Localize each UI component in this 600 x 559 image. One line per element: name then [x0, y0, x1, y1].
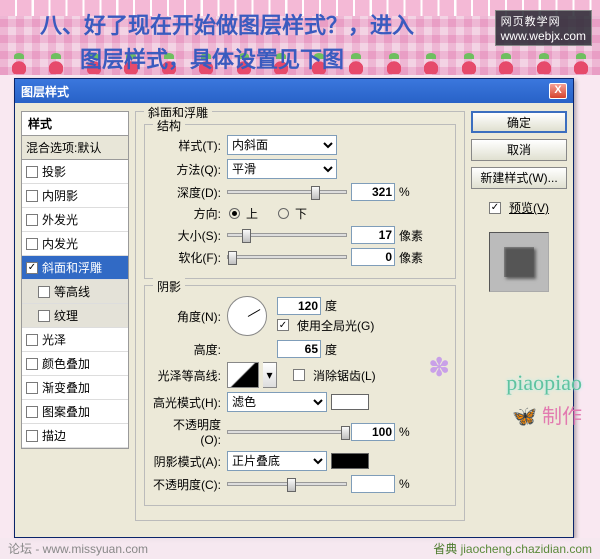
style-checkbox[interactable]: [26, 406, 38, 418]
blend-options-row[interactable]: 混合选项:默认: [21, 136, 129, 160]
contour-dropdown-icon[interactable]: ▾: [263, 362, 277, 388]
style-label: 颜色叠加: [42, 355, 90, 372]
shadow-color-swatch[interactable]: [331, 453, 369, 469]
style-row-外发光[interactable]: 外发光: [22, 208, 128, 232]
highlight-color-swatch[interactable]: [331, 394, 369, 410]
shading-title: 阴影: [153, 278, 185, 295]
highlight-opacity-slider[interactable]: [227, 430, 347, 434]
shadow-opacity-label: 不透明度(C):: [153, 476, 223, 493]
style-checkbox[interactable]: [26, 238, 38, 250]
preview-checkbox[interactable]: [489, 202, 501, 214]
style-checkbox[interactable]: [38, 310, 50, 322]
styles-sidebar: 样式 混合选项:默认 投影内阴影外发光内发光斜面和浮雕等高线纹理光泽颜色叠加渐变…: [21, 111, 129, 527]
shadow-opacity-input[interactable]: [351, 475, 395, 493]
direction-up-radio[interactable]: [229, 208, 240, 219]
cancel-button[interactable]: 取消: [471, 139, 567, 161]
direction-label: 方向:: [153, 205, 223, 222]
layer-style-dialog: 图层样式 X 样式 混合选项:默认 投影内阴影外发光内发光斜面和浮雕等高线纹理光…: [14, 78, 574, 538]
style-row-等高线[interactable]: 等高线: [22, 280, 128, 304]
direction-down-radio[interactable]: [278, 208, 289, 219]
antialias-checkbox[interactable]: [293, 369, 305, 381]
style-row-描边[interactable]: 描边: [22, 424, 128, 448]
size-input[interactable]: [351, 226, 395, 244]
style-label: 投影: [42, 163, 66, 180]
style-row-内阴影[interactable]: 内阴影: [22, 184, 128, 208]
styles-header[interactable]: 样式: [21, 111, 129, 136]
close-button[interactable]: X: [549, 83, 567, 99]
soften-label: 软化(F):: [153, 249, 223, 266]
style-row-内发光[interactable]: 内发光: [22, 232, 128, 256]
style-label: 图案叠加: [42, 403, 90, 420]
style-checkbox[interactable]: [26, 166, 38, 178]
angle-label: 角度(N):: [153, 308, 223, 325]
highlight-opacity-input[interactable]: [351, 423, 395, 441]
titlebar[interactable]: 图层样式 X: [15, 79, 573, 103]
style-checkbox[interactable]: [38, 286, 50, 298]
depth-slider[interactable]: [227, 190, 347, 194]
depth-label: 深度(D):: [153, 184, 223, 201]
gloss-contour-label: 光泽等高线:: [153, 367, 223, 384]
gloss-contour-picker[interactable]: [227, 362, 259, 388]
style-row-投影[interactable]: 投影: [22, 160, 128, 184]
technique-select[interactable]: 平滑: [227, 159, 337, 179]
style-label: 样式(T):: [153, 137, 223, 154]
style-checkbox[interactable]: [26, 382, 38, 394]
style-checkbox[interactable]: [26, 358, 38, 370]
page-footer: 论坛 - www.missyuan.com 省典 jiaocheng.chazi…: [0, 538, 600, 559]
site-watermark: 网页教学网 www.webjx.com: [495, 10, 592, 46]
annotation-line1: 八、好了现在开始做图层样式？，进入: [40, 8, 414, 40]
ok-button[interactable]: 确定: [471, 111, 567, 133]
style-row-图案叠加[interactable]: 图案叠加: [22, 400, 128, 424]
style-row-颜色叠加[interactable]: 颜色叠加: [22, 352, 128, 376]
style-select[interactable]: 内斜面: [227, 135, 337, 155]
style-label: 内发光: [42, 235, 78, 252]
style-label: 内阴影: [42, 187, 78, 204]
style-checkbox[interactable]: [26, 190, 38, 202]
style-checkbox[interactable]: [26, 262, 38, 274]
preview-thumbnail: [489, 232, 549, 292]
bevel-group: 斜面和浮雕 结构 样式(T): 内斜面 方法(Q): 平滑 深度(D):: [135, 111, 465, 521]
size-label: 大小(S):: [153, 227, 223, 244]
angle-wheel[interactable]: [227, 296, 267, 336]
new-style-button[interactable]: 新建样式(W)...: [471, 167, 567, 189]
dialog-title: 图层样式: [21, 83, 69, 100]
altitude-input[interactable]: [277, 340, 321, 358]
style-checkbox[interactable]: [26, 214, 38, 226]
technique-label: 方法(Q):: [153, 161, 223, 178]
altitude-label: 高度:: [153, 341, 223, 358]
style-label: 描边: [42, 427, 66, 444]
style-row-纹理[interactable]: 纹理: [22, 304, 128, 328]
soften-slider[interactable]: [227, 255, 347, 259]
style-label: 斜面和浮雕: [42, 259, 102, 276]
style-checkbox[interactable]: [26, 430, 38, 442]
style-row-斜面和浮雕[interactable]: 斜面和浮雕: [22, 256, 128, 280]
annotation-line2: 图层样式，具体设置见下图: [80, 42, 344, 74]
author-signature: piaopiao: [506, 370, 582, 396]
angle-input[interactable]: [277, 297, 321, 315]
style-checkbox[interactable]: [26, 334, 38, 346]
structure-title: 结构: [153, 117, 185, 134]
flower-icon: ✽: [428, 352, 450, 383]
style-label: 光泽: [42, 331, 66, 348]
shadow-mode-label: 阴影模式(A):: [153, 453, 223, 470]
global-light-checkbox[interactable]: [277, 319, 289, 331]
soften-input[interactable]: [351, 248, 395, 266]
highlight-mode-select[interactable]: 滤色: [227, 392, 327, 412]
depth-input[interactable]: [351, 183, 395, 201]
shadow-mode-select[interactable]: 正片叠底: [227, 451, 327, 471]
size-slider[interactable]: [227, 233, 347, 237]
author-signature-2: 制作: [512, 400, 582, 429]
highlight-mode-label: 高光模式(H):: [153, 394, 223, 411]
style-row-渐变叠加[interactable]: 渐变叠加: [22, 376, 128, 400]
shadow-opacity-slider[interactable]: [227, 482, 347, 486]
highlight-opacity-label: 不透明度(O):: [153, 416, 223, 447]
style-label: 纹理: [54, 307, 78, 324]
style-row-光泽[interactable]: 光泽: [22, 328, 128, 352]
style-label: 渐变叠加: [42, 379, 90, 396]
style-label: 外发光: [42, 211, 78, 228]
style-label: 等高线: [54, 283, 90, 300]
